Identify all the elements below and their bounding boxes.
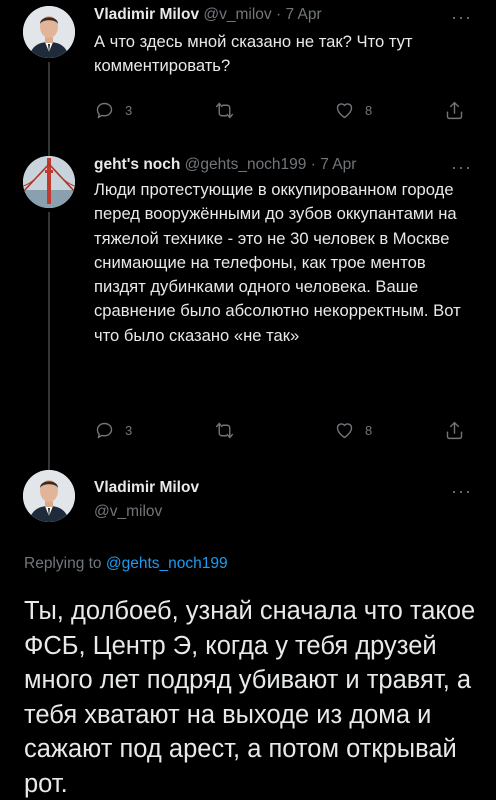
tweet-actions: 3 8 — [94, 420, 466, 442]
reply-count: 3 — [125, 103, 133, 118]
tweet-text: А что здесь мной сказано не так? Что тут… — [94, 32, 413, 76]
main-tweet-text: Ты, долбоеб, узнай сначала что такое ФСБ… — [24, 597, 476, 798]
like-icon — [336, 423, 353, 439]
more-icon[interactable]: ··· — [451, 482, 472, 500]
author-handle[interactable]: @v_milov — [203, 6, 271, 23]
tweet-1[interactable]: Vladimir Milov @v_milov · 7 Apr ··· А чт… — [0, 0, 496, 156]
retweet-icon — [215, 422, 234, 439]
reply-button[interactable]: 3 — [94, 420, 132, 441]
share-icon — [446, 101, 463, 120]
avatar[interactable] — [23, 156, 75, 208]
retweet-button[interactable] — [214, 420, 235, 441]
main-author-handle: @v_milov — [94, 503, 162, 521]
tweet-header: geht's noch @gehts_noch199 · 7 Apr — [94, 156, 356, 174]
avatar[interactable] — [23, 470, 75, 522]
separator-dot: · — [276, 6, 282, 23]
replying-prefix: Replying to — [24, 555, 102, 572]
replying-to: Replying to @gehts_noch199 — [24, 555, 228, 573]
share-icon — [446, 421, 463, 440]
share-button[interactable] — [444, 100, 465, 121]
author-name[interactable]: Vladimir Milov — [94, 479, 199, 496]
share-button[interactable] — [444, 420, 465, 441]
author-name[interactable]: geht's noch — [94, 156, 180, 173]
more-icon[interactable]: ··· — [451, 8, 472, 26]
avatar-image — [23, 470, 75, 522]
like-button[interactable]: 8 — [334, 100, 372, 121]
reply-button[interactable]: 3 — [94, 100, 132, 121]
tweet-actions: 3 8 — [94, 100, 466, 122]
tweet-thread: Vladimir Milov @v_milov · 7 Apr ··· А чт… — [0, 0, 496, 800]
author-handle[interactable]: @gehts_noch199 — [185, 156, 307, 173]
tweet-text: Люди протестующие в оккупированном город… — [94, 180, 461, 345]
reply-icon — [96, 422, 113, 439]
tweet-time[interactable]: 7 Apr — [285, 6, 321, 23]
separator-dot: · — [310, 156, 316, 173]
tweet-header: Vladimir Milov @v_milov · 7 Apr — [94, 6, 322, 24]
reply-icon — [96, 102, 113, 119]
avatar-image — [23, 6, 75, 58]
replying-handle-link[interactable]: @gehts_noch199 — [106, 555, 228, 572]
tweet-time[interactable]: 7 Apr — [320, 156, 356, 173]
retweet-button[interactable] — [214, 100, 235, 121]
avatar-image — [23, 156, 75, 208]
more-icon[interactable]: ··· — [451, 158, 472, 176]
like-icon — [336, 103, 353, 119]
thread-line — [48, 62, 50, 156]
like-count: 8 — [365, 103, 373, 118]
thread-line — [48, 212, 50, 474]
author-name[interactable]: Vladimir Milov — [94, 6, 199, 23]
avatar[interactable] — [23, 6, 75, 58]
retweet-icon — [215, 102, 234, 119]
main-author-name: Vladimir Milov — [94, 479, 199, 497]
like-count: 8 — [365, 423, 373, 438]
reply-count: 3 — [125, 423, 133, 438]
like-button[interactable]: 8 — [334, 420, 372, 441]
tweet-2[interactable]: geht's noch @gehts_noch199 · 7 Apr ··· Л… — [0, 150, 496, 474]
author-handle[interactable]: @v_milov — [94, 503, 162, 520]
